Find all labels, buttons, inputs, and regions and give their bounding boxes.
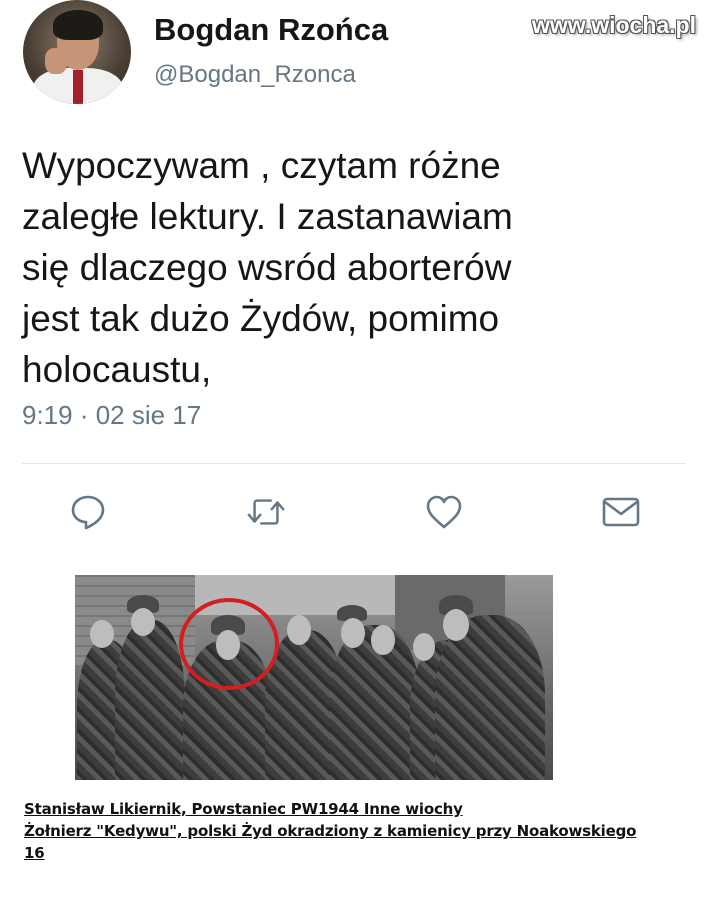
photo-soldier [115,620,185,780]
photo-soldier-head [341,618,365,648]
watermark: www.wiocha.pl [532,12,696,38]
caption-line[interactable]: 16 [24,842,694,864]
avatar[interactable] [23,0,131,104]
photo-soldier-head [90,620,114,648]
speech-bubble-icon [71,495,105,530]
photo-soldier-head [443,609,469,641]
tweet-text: Wypoczywam , czytam różne zaległe lektur… [22,140,682,395]
photo-soldier-head [287,615,311,645]
divider [22,463,686,464]
highlight-circle [179,598,279,690]
heart-icon [426,495,462,529]
historical-photo [75,575,553,780]
envelope-icon [602,497,640,527]
photo-soldier-head [131,608,155,636]
tweet-line: zaległe lektury. I zastanawiam [22,196,513,237]
caption-line[interactable]: Żołnierz "Kedywu", polski Żyd okradziony… [24,820,694,842]
retweet-arrows-icon [247,499,285,525]
reply-button[interactable] [68,492,108,532]
tweet-line: holocaustu, [22,349,212,390]
avatar-tie [73,70,83,104]
message-button[interactable] [601,492,641,532]
avatar-hand [45,48,67,74]
tweet-line: jest tak dużo Żydów, pomimo [22,298,500,339]
photo-caption: Stanisław Likiernik, Powstaniec PW1944 I… [24,798,694,864]
photo-soldier-head [371,625,395,655]
tweet-line: się dlaczego wsród aborterów [22,247,512,288]
tweet-timestamp[interactable]: 9:19 · 02 sie 17 [22,400,201,431]
display-name[interactable]: Bogdan Rzońca [154,12,388,48]
photo-soldier-head [413,633,435,661]
tweet-line: Wypoczywam , czytam różne [22,145,501,186]
retweet-button[interactable] [246,492,286,532]
like-button[interactable] [424,492,464,532]
avatar-hair [53,10,103,40]
caption-line[interactable]: Stanisław Likiernik, Powstaniec PW1944 I… [24,798,694,820]
user-handle[interactable]: @Bogdan_Rzonca [154,61,356,89]
